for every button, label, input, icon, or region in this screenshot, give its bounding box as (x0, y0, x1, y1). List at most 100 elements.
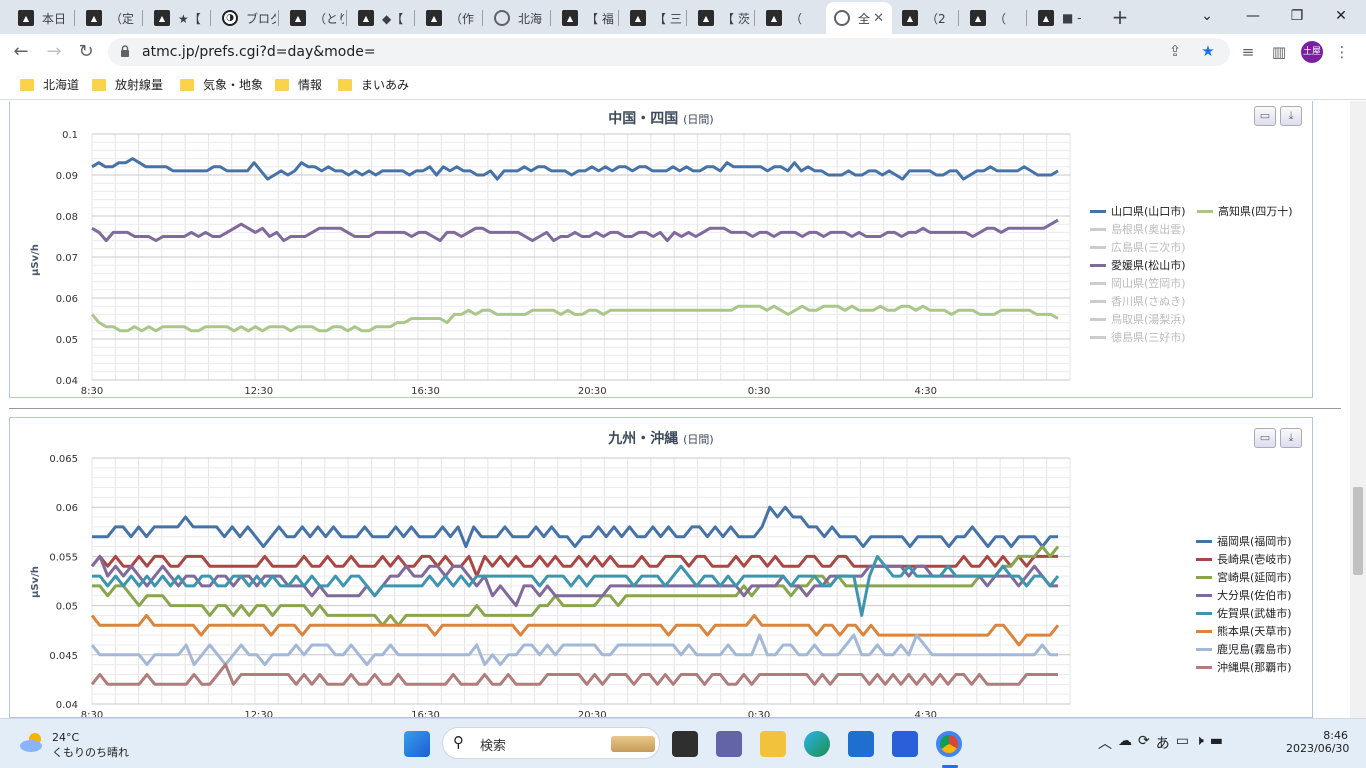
battery-icon[interactable]: ▬ (1210, 733, 1223, 753)
tab-label: 全 (858, 11, 871, 26)
bookmark-folder[interactable]: 北海道 (20, 76, 79, 93)
legend-swatch (1090, 281, 1106, 285)
legend-item[interactable]: 香川県(さぬき) (1090, 293, 1185, 309)
browser-tab[interactable]: ▲ （ (962, 4, 1024, 32)
browser-tab[interactable]: 北海 (486, 4, 548, 32)
speaker-icon[interactable]: 🕨 (1195, 733, 1204, 753)
legend-item[interactable]: 島根県(奥出雲) (1090, 221, 1186, 237)
bookmark-folder[interactable]: まいあみ (338, 76, 409, 93)
tab-label: ブログ (246, 11, 276, 26)
taskbar-search[interactable]: ⚲ 検索 (442, 727, 660, 759)
clock[interactable]: 8:46 2023/06/30 (1286, 729, 1349, 755)
globe-icon (834, 10, 850, 26)
ime-icon[interactable]: あ (1156, 733, 1170, 753)
bookmark-folder[interactable]: 情報 (275, 76, 322, 93)
browser-tab[interactable]: ▲ 本日 (10, 4, 72, 32)
share-icon[interactable]: ⇪ (1163, 39, 1187, 63)
legend-item[interactable]: 広島県(三次市) (1090, 239, 1186, 255)
legend-item[interactable]: 愛媛県(松山市) (1090, 257, 1186, 273)
display-icon[interactable]: ▭ (1176, 733, 1189, 753)
browser-tab[interactable]: ▲ ★【 (146, 4, 208, 32)
weather-widget[interactable]: 24°C くもりのち晴れ (18, 731, 129, 760)
tab-separator (482, 10, 483, 26)
legend-swatch (1090, 245, 1106, 249)
task-view-icon[interactable] (672, 731, 698, 757)
legend-label: 沖縄県(那覇市) (1217, 661, 1292, 674)
tab-separator (74, 10, 75, 26)
legend-item[interactable]: 長崎県(壱岐市) (1196, 551, 1292, 567)
forward-icon[interactable]: → (42, 40, 66, 64)
profile-avatar[interactable]: 土屋 (1301, 41, 1323, 63)
browser-tab[interactable]: ▲ （ (758, 4, 820, 32)
tab-separator (346, 10, 347, 26)
file-explorer-icon[interactable] (760, 731, 786, 757)
legend-item[interactable]: 佐賀県(武雄市) (1196, 605, 1292, 621)
x-tick-label: 20:30 (578, 386, 607, 397)
legend-item[interactable]: 大分県(佐伯市) (1196, 587, 1292, 603)
x-tick-label: 12:30 (244, 710, 273, 717)
new-tab-button[interactable]: + (1108, 6, 1132, 30)
browser-tab[interactable]: ▲ ■ - (1030, 4, 1092, 32)
scrollbar-thumb[interactable] (1353, 487, 1363, 575)
tab-label: （ (790, 11, 803, 26)
browser-tab[interactable]: 全 ✕ (826, 2, 892, 34)
side-panel-icon[interactable]: ▥ (1267, 40, 1291, 64)
address-bar[interactable]: atmc.jp/prefs.cgi?d=day&mode= ⇪ ★ (108, 38, 1230, 66)
legend-item[interactable]: 徳島県(三好市) (1090, 329, 1186, 345)
browser-tab[interactable]: ▲ （定 (78, 4, 140, 32)
folder-icon (20, 78, 34, 91)
close-tab-icon[interactable]: ✕ (873, 11, 884, 26)
site-favicon-icon: ▲ (290, 10, 306, 26)
browser-tab[interactable]: ▲ 【 三 (622, 4, 684, 32)
page-scrollbar[interactable] (1350, 101, 1366, 718)
menu-icon[interactable]: ⋮ (1330, 40, 1354, 64)
y-tick-label: 0.09 (56, 171, 78, 182)
legend-item[interactable]: 鳥取県(湯梨浜) (1090, 311, 1186, 327)
sync-icon[interactable]: ⟳ (1138, 733, 1150, 753)
browser-tab[interactable]: ◑ ブログ (214, 4, 276, 32)
tab-label: 本日 (42, 11, 67, 26)
tab-label: （ (994, 11, 1007, 26)
chat-icon[interactable] (716, 731, 742, 757)
series-line (91, 218, 1059, 243)
browser-tab[interactable]: ▲ （作 (418, 4, 480, 32)
site-favicon-icon: ▲ (426, 10, 442, 26)
y-tick-label: 0.04 (56, 700, 78, 711)
browser-tab[interactable]: ▲ （とり (282, 4, 344, 32)
legend-item[interactable]: 山口県(山口市) (1090, 203, 1186, 219)
store-icon[interactable] (848, 731, 874, 757)
windows-start-icon[interactable] (404, 731, 430, 757)
legend-item[interactable]: 鹿児島(霧島市) (1196, 641, 1292, 657)
edge-icon[interactable] (804, 731, 830, 757)
legend-item[interactable]: 宮崎県(延岡市) (1196, 569, 1292, 585)
legend-item[interactable]: 熊本県(天草市) (1196, 623, 1292, 639)
media-icon[interactable]: ≡ (1236, 40, 1260, 64)
browser-tab[interactable]: ▲ 【 福 (554, 4, 616, 32)
legend-swatch (1196, 539, 1212, 543)
back-icon[interactable]: ← (9, 40, 33, 64)
chrome-icon[interactable] (936, 731, 962, 757)
reload-icon[interactable]: ↻ (74, 40, 98, 64)
browser-tab[interactable]: ▲ 【 茨 (690, 4, 752, 32)
globe-icon (494, 10, 510, 26)
bookmark-folder[interactable]: 放射線量 (92, 76, 163, 93)
bookmark-star-icon[interactable]: ★ (1196, 39, 1220, 63)
legend-item[interactable]: 福岡県(福岡市) (1196, 533, 1292, 549)
x-tick-label: 8:30 (81, 710, 103, 717)
browser-tab[interactable]: ▲ ◆【 (350, 4, 412, 32)
bookmark-folder[interactable]: 気象・地象 (180, 76, 263, 93)
legend-item[interactable]: 高知県(四万十) (1197, 203, 1293, 219)
tab-label: 【 三 (654, 11, 682, 26)
legend-swatch (1090, 209, 1106, 213)
chevron-up-icon[interactable]: ︿ (1098, 733, 1112, 753)
tab-label: 【 茨 (722, 11, 750, 26)
maximize-button[interactable]: ❐ (1282, 4, 1312, 28)
cloud-icon[interactable]: ☁ (1118, 733, 1132, 753)
legend-item[interactable]: 沖縄県(那覇市) (1196, 659, 1292, 675)
browser-tab[interactable]: ▲ （2 (894, 4, 956, 32)
legend-item[interactable]: 岡山県(笠岡市) (1090, 275, 1186, 291)
tab-search-icon[interactable]: ⌄ (1192, 4, 1222, 28)
app-icon[interactable] (892, 731, 918, 757)
close-window-button[interactable]: ✕ (1326, 4, 1356, 28)
minimize-button[interactable]: — (1238, 4, 1268, 28)
